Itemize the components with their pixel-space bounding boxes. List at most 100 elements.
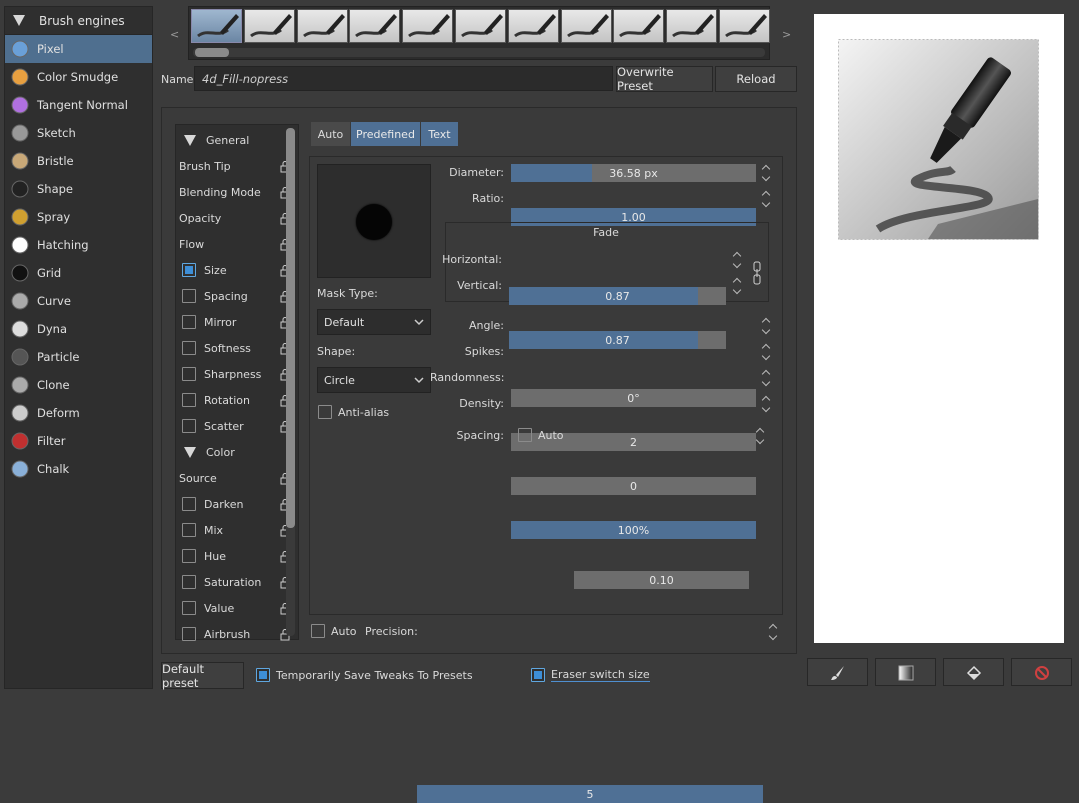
option-value[interactable]: Value <box>176 595 290 621</box>
engine-item-bristle[interactable]: Bristle <box>5 147 152 175</box>
preset-thumbnail[interactable] <box>613 9 665 43</box>
density-spin-icon[interactable] <box>762 395 772 413</box>
option-airbrush[interactable]: Airbrush <box>176 621 290 647</box>
option-checkbox[interactable] <box>182 393 196 407</box>
option-checkbox[interactable] <box>182 341 196 355</box>
reload-button[interactable]: Reload <box>715 66 797 92</box>
option-checkbox[interactable] <box>182 263 196 277</box>
engine-item-chalk[interactable]: Chalk <box>5 455 152 483</box>
mask-type-combo[interactable]: Default <box>317 309 431 335</box>
spikes-spin-icon[interactable] <box>762 343 772 361</box>
gradient-tool-button[interactable] <box>875 658 936 686</box>
option-checkbox[interactable] <box>182 289 196 303</box>
option-darken[interactable]: Darken <box>176 491 290 517</box>
option-rotation[interactable]: Rotation <box>176 387 290 413</box>
option-blending-mode[interactable]: Blending Mode <box>176 179 290 205</box>
option-brush-tip[interactable]: Brush Tip <box>176 153 290 179</box>
tab-auto[interactable]: Auto <box>311 122 350 146</box>
ratio-spin-icon[interactable] <box>762 190 772 208</box>
spacing-auto-check-box[interactable] <box>518 428 532 442</box>
option-spacing[interactable]: Spacing <box>176 283 290 309</box>
spacing-spin-icon[interactable] <box>756 427 766 445</box>
preset-thumbnail[interactable] <box>560 9 612 43</box>
engine-item-color-smudge[interactable]: Color Smudge <box>5 63 152 91</box>
engine-item-dyna[interactable]: Dyna <box>5 315 152 343</box>
engine-item-curve[interactable]: Curve <box>5 287 152 315</box>
scrollbar-handle[interactable] <box>195 48 229 57</box>
option-flow[interactable]: Flow <box>176 231 290 257</box>
option-checkbox[interactable] <box>182 575 196 589</box>
option-mix[interactable]: Mix <box>176 517 290 543</box>
preset-thumbnail[interactable] <box>243 9 295 43</box>
option-scatter[interactable]: Scatter <box>176 413 290 439</box>
section-general[interactable]: General <box>176 127 286 153</box>
engine-item-shape[interactable]: Shape <box>5 175 152 203</box>
fill-tool-button[interactable] <box>943 658 1004 686</box>
preset-thumbnail[interactable] <box>507 9 559 43</box>
scratchpad[interactable] <box>814 14 1064 643</box>
engine-item-grid[interactable]: Grid <box>5 259 152 287</box>
option-opacity[interactable]: Opacity <box>176 205 290 231</box>
option-checkbox[interactable] <box>182 601 196 615</box>
option-source[interactable]: Source <box>176 465 290 491</box>
preset-thumbnail[interactable] <box>349 9 401 43</box>
randomness-slider[interactable]: 0 <box>511 477 756 495</box>
angle-slider[interactable]: 0° <box>511 389 756 407</box>
option-mirror[interactable]: Mirror <box>176 309 290 335</box>
section-color[interactable]: Color <box>176 439 286 465</box>
horizontal-spin-icon[interactable] <box>733 251 743 269</box>
precision-spin-icon[interactable] <box>769 623 779 641</box>
chain-link-icon[interactable] <box>752 261 762 285</box>
option-size[interactable]: Size <box>176 257 290 283</box>
option-softness[interactable]: Softness <box>176 335 290 361</box>
randomness-spin-icon[interactable] <box>762 369 772 387</box>
precision-slider[interactable]: 5 <box>417 785 763 803</box>
option-checkbox[interactable] <box>182 315 196 329</box>
tab-text[interactable]: Text <box>421 122 458 146</box>
fade-vertical-slider[interactable]: 0.87 <box>509 331 726 349</box>
clear-scratchpad-button[interactable] <box>1011 658 1072 686</box>
save-tweaks-check-box[interactable] <box>256 668 270 682</box>
antialias-check-box[interactable] <box>318 405 332 419</box>
preset-thumbnail[interactable] <box>455 9 506 43</box>
option-sharpness[interactable]: Sharpness <box>176 361 290 387</box>
preset-strip-scrollbar[interactable] <box>193 48 765 57</box>
density-slider[interactable]: 100% <box>511 521 756 539</box>
default-preset-button[interactable]: Default preset <box>161 662 244 690</box>
preset-thumbnail[interactable] <box>719 9 770 43</box>
engine-item-tangent-normal[interactable]: Tangent Normal <box>5 91 152 119</box>
angle-spin-icon[interactable] <box>762 317 772 335</box>
preset-thumbnail[interactable] <box>191 9 242 43</box>
option-list-scrollbar[interactable] <box>286 128 295 636</box>
fade-horizontal-slider[interactable]: 0.87 <box>509 287 726 305</box>
preset-thumbnail[interactable] <box>296 9 348 43</box>
spacing-slider[interactable]: 0.10 <box>574 571 749 589</box>
overwrite-preset-button[interactable]: Overwrite Preset <box>616 65 713 93</box>
shape-combo[interactable]: Circle <box>317 367 431 393</box>
preset-thumbnail[interactable] <box>666 9 718 43</box>
antialias-checkbox[interactable]: Anti-alias <box>312 405 389 419</box>
option-checkbox[interactable] <box>182 627 196 641</box>
option-hue[interactable]: Hue <box>176 543 290 569</box>
engine-item-particle[interactable]: Particle <box>5 343 152 371</box>
preset-name-input[interactable]: 4d_Fill-nopress <box>194 66 613 91</box>
precision-auto-check-box[interactable] <box>311 624 325 638</box>
option-saturation[interactable]: Saturation <box>176 569 290 595</box>
preset-thumbnail[interactable] <box>402 9 454 43</box>
vertical-spin-icon[interactable] <box>733 277 743 295</box>
diameter-spin-icon[interactable] <box>762 164 772 182</box>
eraser-switch-size-checkbox[interactable]: Eraser switch size <box>525 668 650 682</box>
option-checkbox[interactable] <box>182 549 196 563</box>
scrollbar-handle[interactable] <box>286 128 295 528</box>
engine-item-filter[interactable]: Filter <box>5 427 152 455</box>
engine-item-sketch[interactable]: Sketch <box>5 119 152 147</box>
option-checkbox[interactable] <box>182 523 196 537</box>
engine-item-spray[interactable]: Spray <box>5 203 152 231</box>
brush-engines-header[interactable]: Brush engines <box>5 7 152 35</box>
diameter-slider[interactable]: 36.58 px <box>511 164 756 182</box>
eraser-switch-size-check-box[interactable] <box>531 668 545 682</box>
strip-next-arrow[interactable]: > <box>782 28 791 41</box>
engine-item-deform[interactable]: Deform <box>5 399 152 427</box>
strip-prev-arrow[interactable]: < <box>170 28 179 41</box>
engine-item-pixel[interactable]: Pixel <box>5 35 152 63</box>
